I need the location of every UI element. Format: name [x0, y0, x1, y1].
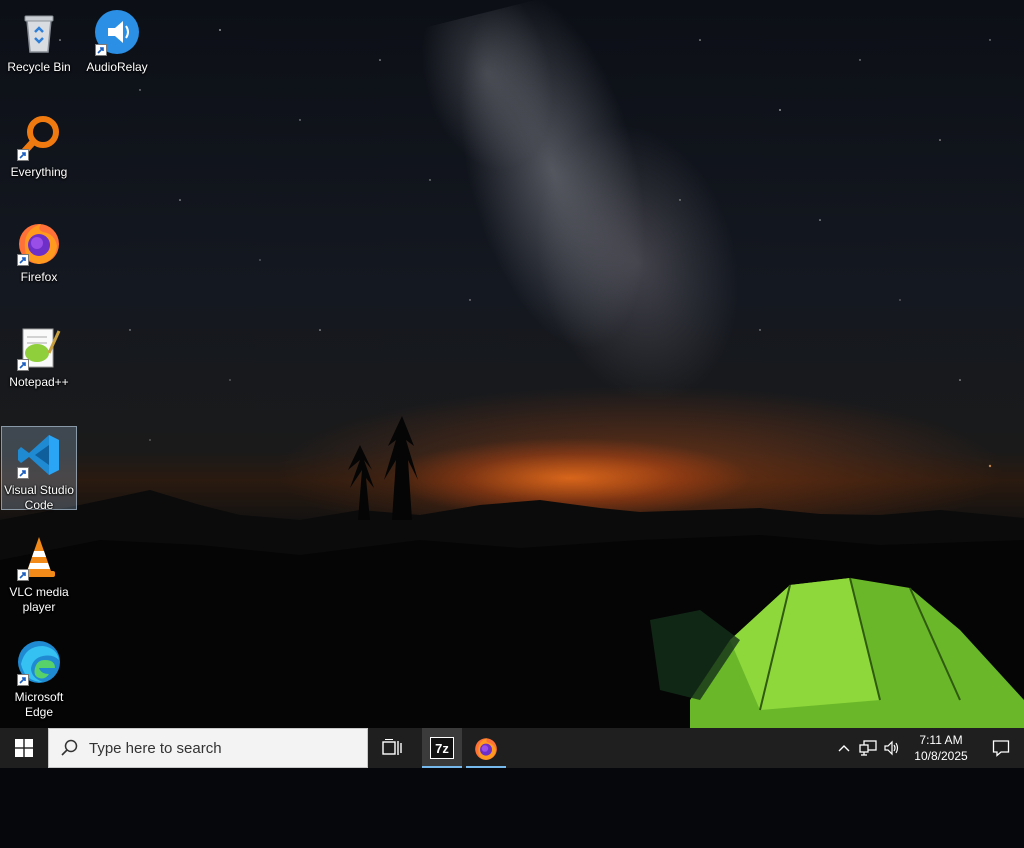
network-button[interactable]: [856, 728, 880, 768]
desktop-icon-label: AudioRelay: [86, 60, 148, 74]
notification-icon: [992, 740, 1010, 757]
desktop-icon-label: Recycle Bin: [7, 60, 71, 74]
shortcut-arrow-icon: [17, 467, 29, 479]
shortcut-arrow-icon: [17, 569, 29, 581]
desktop-icon-label: Firefox: [20, 270, 58, 284]
desktop-icon-notepad-plus-plus[interactable]: Notepad++: [1, 319, 77, 403]
desktop-icon-edge[interactable]: Microsoft Edge: [1, 634, 77, 719]
taskbar-app-7zip[interactable]: 7z: [422, 728, 462, 768]
desktop-icon-label: Everything: [10, 165, 68, 179]
desktop-icon-vscode[interactable]: Visual Studio Code: [1, 426, 77, 512]
windows-logo-icon: [15, 739, 33, 757]
notepad-plus-plus-icon: [15, 323, 63, 371]
taskbar-search-box[interactable]: [48, 728, 368, 768]
shortcut-arrow-icon: [95, 44, 107, 56]
wallpaper-stars: [59, 29, 992, 468]
desktop-icon-vlc[interactable]: VLC media player: [1, 529, 77, 614]
show-hidden-icons-button[interactable]: [832, 728, 856, 768]
speaker-icon: [884, 740, 899, 756]
audiorelay-icon: [93, 8, 141, 56]
shortcut-arrow-icon: [17, 359, 29, 371]
network-icon: [859, 740, 877, 756]
wallpaper-landscape: [0, 29, 1024, 728]
shortcut-arrow-icon: [17, 254, 29, 266]
firefox-icon: [15, 218, 63, 266]
start-button[interactable]: [0, 728, 48, 768]
everything-search-icon: [15, 113, 63, 161]
chevron-up-icon: [838, 745, 850, 752]
desktop-icon-recycle-bin[interactable]: Recycle Bin: [1, 4, 77, 88]
taskbar-app-firefox[interactable]: [462, 728, 510, 768]
volume-button[interactable]: [880, 728, 904, 768]
shortcut-arrow-icon: [17, 674, 29, 686]
svg-text:7z: 7z: [435, 741, 449, 756]
clock-time: 7:11 AM: [919, 733, 963, 747]
desktop-icon-label: Notepad++: [9, 375, 69, 389]
firefox-icon: [475, 738, 497, 760]
search-icon: [49, 739, 89, 757]
search-input[interactable]: [89, 739, 349, 757]
recycle-bin-icon: [15, 8, 63, 56]
task-view-icon: [382, 739, 402, 755]
vlc-icon: [15, 533, 63, 581]
desktop-icon-label: Microsoft Edge: [14, 690, 64, 719]
taskbar-clock[interactable]: 7:11 AM 10/8/2025: [904, 728, 978, 768]
system-tray: 7:11 AM 10/8/2025: [832, 728, 1024, 768]
desktop-icon-firefox[interactable]: Firefox: [1, 214, 77, 298]
desktop-icon-label: VLC media player: [9, 585, 69, 614]
vscode-icon: [15, 431, 63, 479]
7zip-icon: 7z: [430, 737, 454, 759]
task-view-button[interactable]: [368, 728, 416, 768]
desktop-icon-label: Visual Studio Code: [4, 483, 74, 512]
taskbar: 7z: [0, 728, 1024, 768]
shortcut-arrow-icon: [17, 149, 29, 161]
action-center-button[interactable]: [978, 728, 1024, 768]
edge-icon: [15, 638, 63, 686]
clock-date: 10/8/2025: [914, 749, 968, 763]
desktop-icon-audiorelay[interactable]: AudioRelay: [79, 4, 155, 88]
desktop-icon-everything[interactable]: Everything: [1, 109, 77, 193]
